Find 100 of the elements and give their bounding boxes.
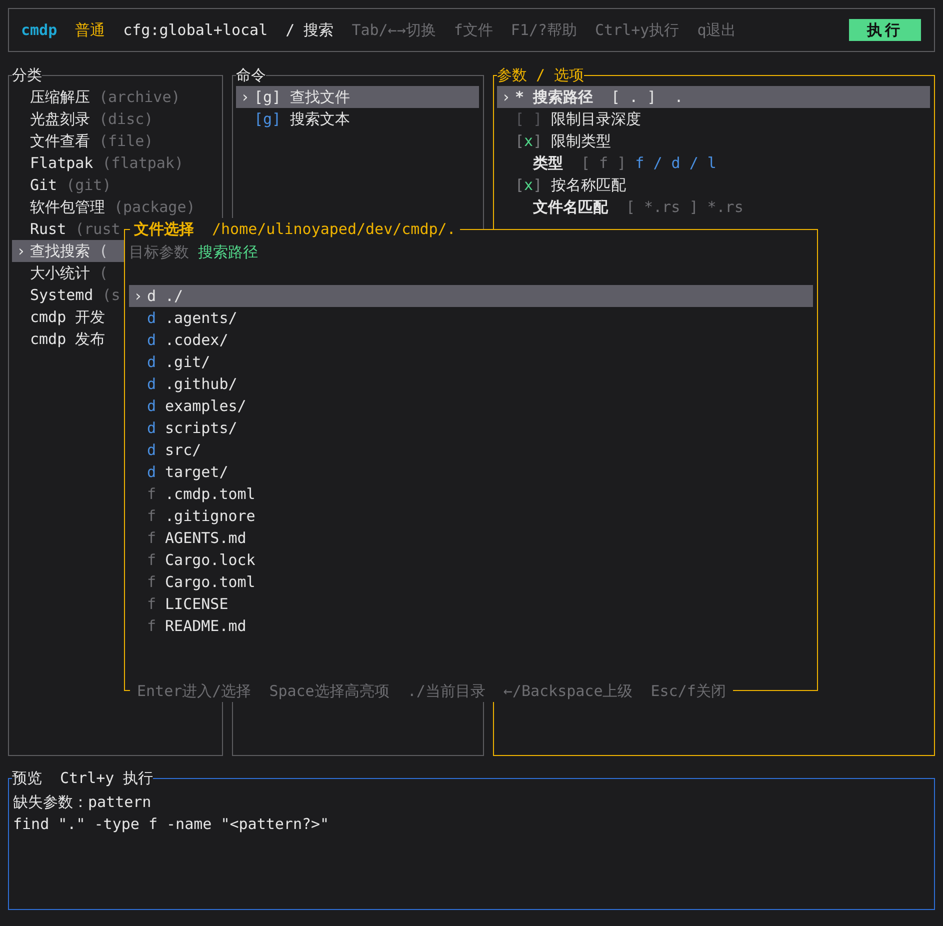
category-name: Flatpak [30, 153, 94, 174]
dialog-title: 文件选择 [134, 219, 194, 240]
app-name: cmdp [21, 20, 58, 41]
category-item[interactable]: 压缩解压 (archive) [12, 86, 218, 108]
file-name: .git/ [165, 352, 210, 373]
option-label: 限制目录深度 [551, 109, 642, 130]
category-id: (s [102, 285, 120, 306]
command-key: [g] [254, 108, 282, 130]
command-key: [g] [254, 86, 282, 108]
file-type: d [147, 462, 156, 483]
listing-entry[interactable]: d target/ [129, 461, 813, 483]
option-row[interactable]: [ ] 限制目录深度 [497, 108, 930, 130]
panel-title: 预览 [12, 768, 42, 789]
shortcut-hint: Tab/←→切换 [352, 20, 436, 41]
shortcut-hint: Enter进入/选择 [137, 681, 252, 702]
category-id: ( [99, 263, 108, 284]
file-type: f [147, 506, 156, 527]
shortcut-hint: Space选择高亮项 [269, 681, 390, 702]
file-type: d [147, 286, 156, 307]
option-choices: f / d / l [635, 153, 716, 174]
status-text: / 搜索 [286, 20, 334, 41]
category-id: (package) [114, 197, 196, 218]
checkbox[interactable]: [x] [515, 174, 542, 196]
option-row[interactable]: [x] 限制类型 [497, 130, 930, 152]
listing-entry[interactable]: f LICENSE [129, 593, 813, 615]
file-name: README.md [165, 616, 246, 637]
current-value: . [674, 87, 684, 108]
listing-entry[interactable]: f Cargo.lock [129, 549, 813, 571]
file-name: examples/ [165, 396, 246, 417]
category-id: ( [99, 241, 108, 262]
file-name: Cargo.toml [165, 572, 256, 593]
option-value: [ *.rs ] [626, 197, 698, 218]
checkbox[interactable]: [x] [515, 130, 542, 152]
command-item[interactable]: [g] 搜索文本 [236, 108, 479, 130]
listing-entry[interactable]: f README.md [129, 615, 813, 637]
file-name: scripts/ [165, 418, 238, 439]
listing-entry[interactable]: d .codex/ [129, 329, 813, 351]
listing-entry[interactable]: d .github/ [129, 373, 813, 395]
file-name: .codex/ [165, 330, 228, 351]
file-type: d [147, 374, 156, 395]
file-type: d [147, 352, 156, 373]
file-name: .github/ [165, 374, 238, 395]
command-item[interactable]: › [g] 查找文件 [236, 86, 479, 108]
option-row[interactable]: [x] 按名称匹配 [497, 174, 930, 196]
listing-entry[interactable]: f Cargo.toml [129, 571, 813, 593]
file-name: target/ [165, 462, 228, 483]
category-id: (disc) [99, 109, 154, 130]
option-placeholder: *.rs [707, 197, 744, 218]
category-name: 软件包管理 [30, 197, 105, 218]
category-name: Git [30, 175, 58, 196]
file-type: d [147, 308, 156, 329]
option-label: 类型 [533, 153, 563, 174]
listing-entry[interactable]: d scripts/ [129, 417, 813, 439]
category-item[interactable]: 光盘刻录 (disc) [12, 108, 218, 130]
current-path: /home/ulinoyaped/dev/cmdp/. [212, 219, 456, 240]
category-id: (flatpak) [102, 153, 184, 174]
listing-entry[interactable]: d examples/ [129, 395, 813, 417]
run-button[interactable]: 执行 [849, 19, 921, 41]
category-item[interactable]: 软件包管理 (package) [12, 196, 218, 218]
preview-line: 缺失参数：pattern [13, 792, 152, 813]
category-name: 文件查看 [30, 131, 90, 152]
option-label: 搜索路径 [533, 87, 594, 108]
file-type: f [147, 594, 156, 615]
listing-entry[interactable]: d src/ [129, 439, 813, 461]
shortcut-hint: ←/Backspace上级 [503, 681, 633, 702]
option-value: [ f ] [581, 153, 626, 174]
cursor-icon: › [236, 86, 254, 108]
preview-line: find "." -type f -name "<pattern?>" [13, 814, 330, 835]
option-row[interactable]: 类型 [ f ] f / d / l [497, 152, 930, 174]
shortcut-hint: f文件 [454, 20, 493, 41]
option-row[interactable]: 文件名匹配 [ *.rs ] *.rs [497, 196, 930, 218]
file-name: Cargo.lock [165, 550, 256, 571]
category-item[interactable]: 文件查看 (file) [12, 130, 218, 152]
category-name: 大小统计 [30, 263, 90, 284]
file-type: d [147, 418, 156, 439]
category-name: Systemd [30, 285, 94, 306]
listing-entry[interactable]: f .cmdp.toml [129, 483, 813, 505]
file-name: .agents/ [165, 308, 238, 329]
category-name: 光盘刻录 [30, 109, 90, 130]
cursor-icon: › [497, 86, 515, 108]
listing-entry[interactable]: f AGENTS.md [129, 527, 813, 549]
listing-entry[interactable]: d .git/ [129, 351, 813, 373]
listing-entry[interactable]: › d ./ [129, 285, 813, 307]
file-type: f [147, 484, 156, 505]
file-type: d [147, 440, 156, 461]
category-item[interactable]: Flatpak (flatpak) [12, 152, 218, 174]
category-item[interactable]: Git (git) [12, 174, 218, 196]
category-name: 压缩解压 [30, 87, 90, 108]
category-name: 查找搜索 [30, 241, 90, 262]
shortcut-hint: ./当前目录 [407, 681, 486, 702]
file-name: .cmdp.toml [165, 484, 256, 505]
option-row[interactable]: › * 搜索路径 [ . ] . [497, 86, 930, 108]
status-text: cfg:global+local [123, 20, 268, 41]
file-type: f [147, 528, 156, 549]
listing-entry[interactable]: d .agents/ [129, 307, 813, 329]
file-type: f [147, 550, 156, 571]
option-label: 限制类型 [551, 131, 612, 152]
listing-entry[interactable]: f .gitignore [129, 505, 813, 527]
file-type: d [147, 330, 156, 351]
file-name: src/ [165, 440, 202, 461]
